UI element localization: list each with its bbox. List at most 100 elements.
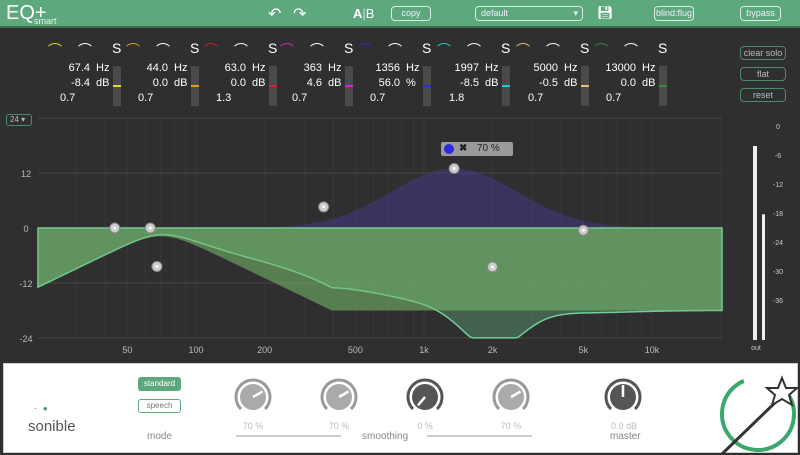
- bell-shape-icon[interactable]: ⌒: [546, 40, 560, 60]
- band-freq-unit: Hz: [96, 62, 110, 74]
- master-label: master: [610, 431, 641, 442]
- band-gain[interactable]: 0.0: [586, 77, 636, 89]
- smoothing-value: 70 %: [242, 421, 264, 431]
- smart-wand-button[interactable]: [714, 370, 798, 454]
- b-button[interactable]: B: [366, 6, 375, 21]
- band-7[interactable]: ⌒ ⌒ S 5000 Hz -0.5 dB 0.7: [508, 40, 593, 110]
- filter-shape-icon[interactable]: ⌒: [594, 40, 608, 60]
- solo-button[interactable]: S: [658, 40, 667, 56]
- mode-standard-button[interactable]: standard: [138, 377, 181, 391]
- bell-shape-icon[interactable]: ⌒: [234, 40, 248, 60]
- band-gain[interactable]: -0.5: [508, 77, 558, 89]
- freq-label: 200: [257, 345, 272, 355]
- master-knob[interactable]: [604, 378, 642, 416]
- smoothing-knob[interactable]: [320, 378, 358, 416]
- smoothing-divider: [427, 435, 532, 437]
- mode-speech-button[interactable]: speech: [138, 399, 181, 413]
- band-q[interactable]: 0.7: [292, 92, 322, 104]
- band-q[interactable]: 1.8: [449, 92, 479, 104]
- band-freq[interactable]: 44.0: [118, 62, 168, 74]
- filter-shape-icon[interactable]: ⌒: [48, 40, 62, 60]
- bell-shape-icon[interactable]: ⌒: [310, 40, 324, 60]
- popup-value[interactable]: 70 %: [477, 142, 500, 156]
- band-6[interactable]: ⌒ ⌒ S 1997 Hz -8.5 dB 1.8: [429, 40, 514, 110]
- smoothing-value: 0 %: [417, 421, 433, 431]
- band-q[interactable]: 0.7: [138, 92, 168, 104]
- band-q[interactable]: 0.7: [528, 92, 558, 104]
- band-freq[interactable]: 5000: [508, 62, 558, 74]
- blind-flug-button[interactable]: blind:flug: [654, 6, 694, 21]
- a-button[interactable]: A: [353, 6, 362, 21]
- meter-label: -30: [773, 269, 783, 276]
- band-freq[interactable]: 1356: [350, 62, 400, 74]
- filter-shape-icon[interactable]: ⌒: [280, 40, 294, 60]
- band-2[interactable]: ⌒ ⌒ S 44.0 Hz 0.0 dB 0.7: [118, 40, 203, 110]
- band-freq[interactable]: 1997: [429, 62, 479, 74]
- filter-shape-icon[interactable]: ⌒: [204, 40, 218, 60]
- band-node-dot: [581, 228, 585, 232]
- band-freq[interactable]: 13000: [586, 62, 636, 74]
- bell-shape-icon[interactable]: ⌒: [78, 40, 92, 60]
- flat-button[interactable]: flat: [740, 67, 786, 81]
- smoothing-knob[interactable]: [234, 378, 272, 416]
- filter-shape-icon[interactable]: ⌒: [516, 40, 530, 60]
- filter-shape-icon[interactable]: ⌒: [126, 40, 140, 60]
- band-gain-unit: dB: [485, 77, 499, 89]
- band-4[interactable]: ⌒ ⌒ S 363 Hz 4.6 dB 0.7: [272, 40, 357, 110]
- smoothing-knob[interactable]: [492, 378, 530, 416]
- band-gain-unit: dB: [252, 77, 266, 89]
- undo-icon[interactable]: ↶: [268, 4, 281, 24]
- smoothing-knob[interactable]: [406, 378, 444, 416]
- bell-shape-icon[interactable]: ⌒: [624, 40, 638, 60]
- band-gain[interactable]: -8.5: [429, 77, 479, 89]
- band-freq-unit: Hz: [564, 62, 578, 74]
- band-popup: ✖ 70 %: [441, 142, 513, 156]
- band-8[interactable]: ⌒ ⌒ S 13000 Hz 0.0 dB 0.7: [586, 40, 671, 110]
- sonible-dots-icon: · ●: [34, 404, 50, 413]
- clear-solo-button[interactable]: clear solo: [740, 46, 786, 60]
- band-gain[interactable]: -8.4: [40, 77, 90, 89]
- db-label: 12: [21, 169, 31, 179]
- bypass-button[interactable]: bypass: [740, 6, 781, 21]
- band-3[interactable]: ⌒ ⌒ S 63.0 Hz 0.0 dB 1.3: [196, 40, 281, 110]
- header-bar: EQ+ smart ↶ ↷ A|B copy default ▾ 💾︎ blind:…: [0, 0, 800, 28]
- band-freq[interactable]: 67.4: [40, 62, 90, 74]
- meter-label: -24: [773, 240, 783, 247]
- bell-shape-icon[interactable]: ⌒: [388, 40, 402, 60]
- band-q[interactable]: 1.3: [216, 92, 246, 104]
- smoothing-label: smoothing: [362, 431, 409, 442]
- freq-label: 5k: [579, 345, 589, 355]
- close-icon[interactable]: ✖: [459, 142, 467, 156]
- redo-icon[interactable]: ↷: [293, 4, 306, 24]
- filter-shape-icon[interactable]: ⌒: [358, 40, 372, 60]
- band-gain[interactable]: 0.0: [118, 77, 168, 89]
- band-node-dot: [322, 205, 326, 209]
- preset-dropdown[interactable]: default ▾: [475, 6, 583, 21]
- eq-graph[interactable]: 12 0 -12 -24 50 100 200 500 1k 2k 5k 10k 0 -6 -12 -18 -2…: [0, 110, 800, 360]
- filter-shape-icon[interactable]: ⌒: [437, 40, 451, 60]
- bell-shape-icon[interactable]: ⌒: [467, 40, 481, 60]
- save-icon[interactable]: 💾︎: [597, 5, 614, 21]
- band-1[interactable]: ⌒ ⌒ S 67.4 Hz -8.4 dB 0.7: [40, 40, 125, 110]
- band-gain[interactable]: 0.0: [196, 77, 246, 89]
- check-icon[interactable]: [444, 144, 454, 154]
- reset-button[interactable]: reset: [740, 88, 786, 102]
- highpass-curve: [38, 228, 722, 311]
- band-gain[interactable]: 4.6: [272, 77, 322, 89]
- freq-label: 100: [188, 345, 203, 355]
- band-level-slider[interactable]: [659, 66, 667, 106]
- preset-value: default: [481, 8, 509, 18]
- smoothing-value: 70 %: [500, 421, 522, 431]
- band-q[interactable]: 0.7: [370, 92, 400, 104]
- band-5[interactable]: ⌒ ⌒ S 1356 Hz 56.0% 0.7: [350, 40, 435, 110]
- band-gain-unit: %: [406, 77, 416, 89]
- band-gain[interactable]: 56.0: [350, 77, 400, 89]
- band-freq[interactable]: 363: [272, 62, 322, 74]
- band-node-dot: [113, 226, 117, 230]
- copy-button[interactable]: copy: [391, 6, 431, 21]
- band-q[interactable]: 0.7: [606, 92, 636, 104]
- ab-switch[interactable]: A|B: [353, 6, 374, 21]
- bell-shape-icon[interactable]: ⌒: [156, 40, 170, 60]
- band-freq[interactable]: 63.0: [196, 62, 246, 74]
- band-q[interactable]: 0.7: [60, 92, 90, 104]
